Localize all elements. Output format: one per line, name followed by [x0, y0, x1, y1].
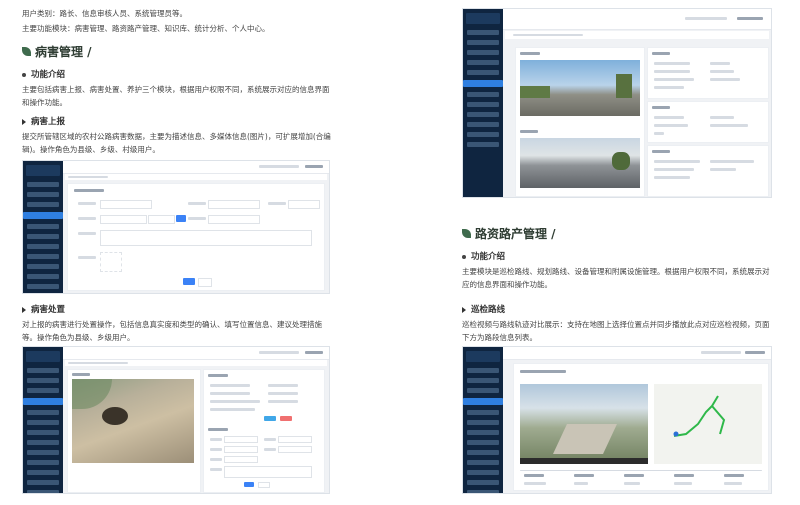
asset-patrol-text: 巡检视频与路线轨迹对比展示：支持在地图上选择位置点并同步播放此点对应巡检视频，页… [462, 320, 770, 342]
disease-func-heading: 功能介绍 [22, 68, 65, 80]
asset-title-text: 路资路产管理 / [475, 227, 556, 241]
disease-report-text: 提交所管辖区域的农村公路病害数据，主要为描述信息、多媒体信息(图片)，可扩展增加… [22, 132, 331, 154]
detail-screenshot [462, 8, 772, 198]
disease-report-heading: 病害上报 [22, 115, 65, 127]
handle-screenshot [22, 346, 330, 494]
leaf-icon [462, 229, 471, 238]
asset-section-title: 路资路产管理 / [462, 225, 556, 242]
report-form-screenshot [22, 160, 330, 294]
modules-line: 主要功能模块：病害管理、路资路产管理、知识库、统计分析、个人中心。 [22, 24, 270, 33]
disease-func-text: 主要包括病害上报、病害处置、养护三个模块，根据用户权限不同，系统展示对应的信息界… [22, 85, 330, 107]
leaf-icon [22, 47, 31, 56]
asset-func-heading: 功能介绍 [462, 250, 505, 262]
bullet-icon [462, 254, 466, 259]
road-photo-1 [520, 60, 640, 116]
road-photo-2 [520, 138, 640, 188]
patrol-video[interactable] [520, 384, 648, 464]
asset-func-text: 主要模块是巡检路线、规划路线、设备管理和附属设施管理。根据用户权限不同，系统展示… [462, 267, 770, 289]
sidebar [23, 347, 63, 493]
sidebar [23, 161, 63, 293]
triangle-icon [462, 306, 466, 313]
asset-patrol-heading: 巡检路线 [462, 303, 505, 315]
patrol-screenshot [462, 346, 772, 494]
triangle-icon [22, 306, 26, 313]
disease-section-title: 病害管理 / [22, 43, 92, 60]
sidebar [463, 9, 503, 197]
users-line: 用户类别：路长、信息审核人员、系统管理员等。 [22, 9, 187, 18]
route-map[interactable] [654, 384, 762, 464]
triangle-icon [22, 118, 26, 125]
route-track [673, 395, 726, 437]
disease-handle-heading: 病害处置 [22, 303, 65, 315]
sidebar [463, 347, 503, 493]
disease-handle-text: 对上报的病害进行处置操作，包括信息真实度和类型的确认、填写位置信息、建议处理措施… [22, 320, 322, 342]
disease-title-text: 病害管理 / [35, 45, 92, 59]
road-crack-photo [72, 379, 194, 463]
bullet-icon [22, 72, 26, 77]
